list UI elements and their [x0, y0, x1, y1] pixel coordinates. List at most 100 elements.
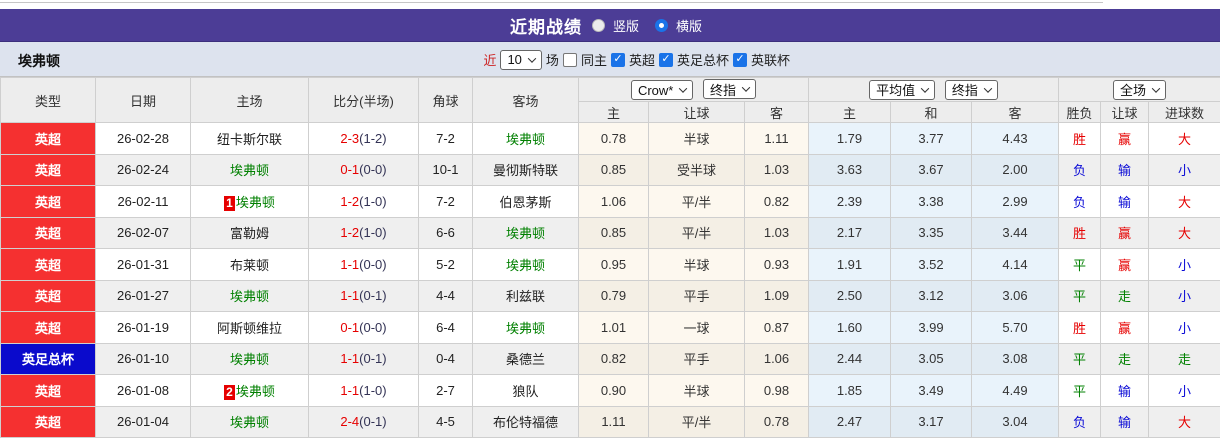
table-row: 英超 26-02-24 埃弗顿 0-1(0-0) 10-1 曼彻斯特联 0.85… — [1, 154, 1220, 186]
away-team-cell: 利兹联 — [473, 280, 579, 312]
corner-score: 0-4 — [419, 343, 473, 375]
result-winloss: 负 — [1059, 186, 1101, 218]
handicap-away-odds: 1.06 — [745, 343, 809, 375]
score-cell: 1-2(1-0) — [309, 186, 419, 218]
result-goals: 小 — [1149, 280, 1220, 312]
europe-away-odds: 5.70 — [972, 312, 1059, 344]
same-home-label: 同主 — [581, 50, 607, 69]
same-home-checkbox[interactable] — [563, 53, 577, 67]
home-team-cell: 埃弗顿 — [191, 280, 309, 312]
half-score: (0-1) — [359, 414, 386, 429]
chevron-down-icon — [1152, 84, 1160, 92]
away-team-cell: 埃弗顿 — [473, 312, 579, 344]
score-cell: 1-1(0-1) — [309, 343, 419, 375]
title-bar: 近期战绩 竖版 横版 — [0, 9, 1220, 42]
top-divider — [0, 2, 1103, 3]
europe-draw-odds: 3.38 — [891, 186, 972, 218]
half-score: (1-2) — [359, 131, 386, 146]
subheader-europe-draw: 和 — [891, 102, 972, 123]
half-score: (0-0) — [359, 257, 386, 272]
league-label-premier: 英超 — [629, 50, 655, 69]
handicap-home-odds: 0.82 — [579, 343, 649, 375]
half-score: (0-1) — [359, 351, 386, 366]
fulltime-select[interactable]: 全场 — [1113, 80, 1166, 100]
away-team-name: 利兹联 — [506, 289, 545, 304]
league-checkbox-eflcup[interactable]: ✓ — [733, 53, 747, 67]
handicap-group-header: Crow* 终指 — [579, 78, 809, 102]
handicap-line: 受半球 — [649, 154, 745, 186]
europe-away-odds: 4.14 — [972, 249, 1059, 281]
result-handicap: 赢 — [1101, 249, 1149, 281]
result-winloss: 平 — [1059, 343, 1101, 375]
games-label: 场 — [546, 50, 559, 69]
col-header-type: 类型 — [1, 78, 96, 123]
match-date: 26-02-28 — [96, 123, 191, 155]
table-row: 英超 26-02-11 1埃弗顿 1-2(1-0) 7-2 伯恩茅斯 1.06 … — [1, 186, 1220, 218]
home-team-cell: 纽卡斯尔联 — [191, 123, 309, 155]
subheader-europe-away: 客 — [972, 102, 1059, 123]
handicap-away-odds: 0.82 — [745, 186, 809, 218]
subheader-handicap-line: 让球 — [649, 102, 745, 123]
away-team-name: 埃弗顿 — [506, 258, 545, 273]
subheader-result-handicap: 让球 — [1101, 102, 1149, 123]
away-team-name: 伯恩茅斯 — [499, 195, 551, 210]
table-row: 英超 26-01-27 埃弗顿 1-1(0-1) 4-4 利兹联 0.79 平手… — [1, 280, 1220, 312]
full-score: 0-1 — [340, 320, 359, 335]
handicap-away-odds: 0.87 — [745, 312, 809, 344]
horizontal-layout-radio[interactable] — [655, 19, 668, 32]
corner-score: 7-2 — [419, 186, 473, 218]
result-goals: 走 — [1149, 343, 1220, 375]
filter-bar: 埃弗顿 近 10 场 同主 ✓ 英超 ✓ 英足总杯 ✓ 英联杯 — [0, 42, 1220, 77]
away-team-cell: 曼彻斯特联 — [473, 154, 579, 186]
league-type-cell: 英超 — [1, 123, 96, 155]
match-count-value: 10 — [507, 52, 521, 67]
corner-score: 2-7 — [419, 375, 473, 407]
handicap-home-odds: 0.85 — [579, 217, 649, 249]
away-team-name: 埃弗顿 — [506, 132, 545, 147]
europe-away-odds: 3.44 — [972, 217, 1059, 249]
result-goals: 小 — [1149, 375, 1220, 407]
fulltime-group-header: 全场 — [1059, 78, 1220, 102]
average-select[interactable]: 平均值 — [869, 80, 935, 100]
full-score: 0-1 — [340, 162, 359, 177]
result-goals: 大 — [1149, 186, 1220, 218]
league-checkbox-premier[interactable]: ✓ — [611, 53, 625, 67]
col-header-away: 客场 — [473, 78, 579, 123]
red-card-badge: 1 — [224, 196, 235, 211]
home-team-name: 埃弗顿 — [230, 163, 269, 178]
handicap-line: 平手 — [649, 343, 745, 375]
half-score: (1-0) — [359, 194, 386, 209]
league-type-cell: 英超 — [1, 312, 96, 344]
score-cell: 2-3(1-2) — [309, 123, 419, 155]
full-score: 1-2 — [340, 194, 359, 209]
result-goals: 大 — [1149, 123, 1220, 155]
europe-home-odds: 1.91 — [809, 249, 891, 281]
away-team-name: 埃弗顿 — [506, 321, 545, 336]
result-handicap: 赢 — [1101, 312, 1149, 344]
horizontal-layout-label[interactable]: 横版 — [676, 16, 702, 35]
handicap-line: 一球 — [649, 312, 745, 344]
home-team-cell: 埃弗顿 — [191, 343, 309, 375]
league-checkbox-facup[interactable]: ✓ — [659, 53, 673, 67]
bookmaker-select[interactable]: Crow* — [631, 80, 693, 100]
full-score: 2-3 — [340, 131, 359, 146]
europe-time-select[interactable]: 终指 — [945, 80, 998, 100]
home-team-name: 埃弗顿 — [230, 289, 269, 304]
result-winloss: 胜 — [1059, 312, 1101, 344]
handicap-home-odds: 1.06 — [579, 186, 649, 218]
match-count-select[interactable]: 10 — [500, 50, 541, 70]
match-date: 26-02-11 — [96, 186, 191, 218]
score-cell: 1-1(0-0) — [309, 249, 419, 281]
table-row: 英超 26-01-08 2埃弗顿 1-1(1-0) 2-7 狼队 0.90 半球… — [1, 375, 1220, 407]
vertical-layout-label[interactable]: 竖版 — [613, 16, 639, 35]
europe-draw-odds: 3.05 — [891, 343, 972, 375]
match-date: 26-01-08 — [96, 375, 191, 407]
full-score: 1-1 — [340, 288, 359, 303]
handicap-home-odds: 0.85 — [579, 154, 649, 186]
handicap-time-select[interactable]: 终指 — [703, 79, 756, 99]
subheader-result-winloss: 胜负 — [1059, 102, 1101, 123]
col-header-score: 比分(半场) — [309, 78, 419, 123]
europe-away-odds: 3.06 — [972, 280, 1059, 312]
vertical-layout-radio[interactable] — [592, 19, 605, 32]
full-score: 2-4 — [340, 414, 359, 429]
